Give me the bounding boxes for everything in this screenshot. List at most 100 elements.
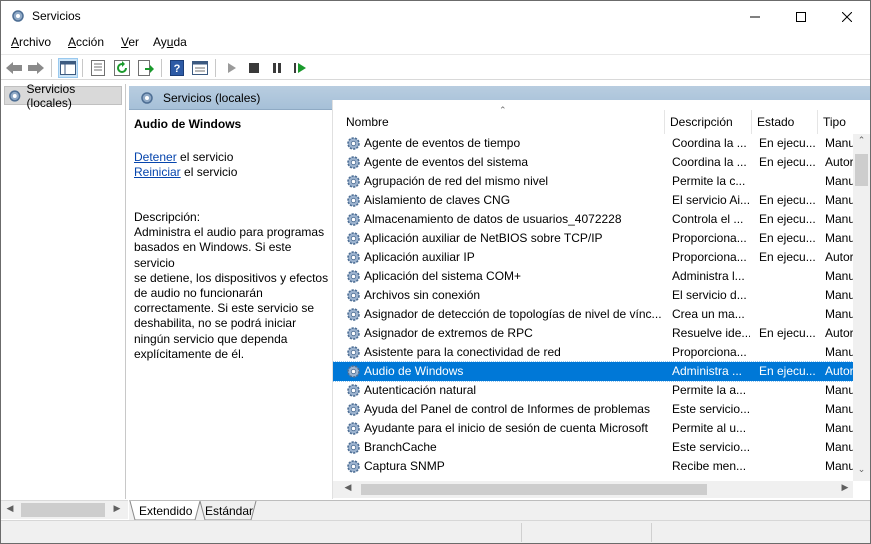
minimize-button[interactable]: [732, 1, 778, 32]
description-line: deshabilita, no se podrá iniciar: [134, 316, 297, 331]
table-row[interactable]: Audio de Windows Administra ... En ejecu..…: [333, 361, 853, 382]
scroll-left-arrow-icon[interactable]: ◀: [2, 503, 18, 517]
service-gear-icon: [347, 441, 360, 454]
scroll-thumb[interactable]: [361, 484, 707, 495]
menu-archivo[interactable]: Archivo: [11, 35, 51, 49]
service-name-cell: Aplicación del sistema COM+: [364, 269, 522, 283]
restart-service-icon[interactable]: [290, 58, 310, 78]
service-gear-icon: [347, 346, 360, 359]
list-vertical-scrollbar[interactable]: ⌃ ⌄: [853, 134, 870, 481]
service-description-cell: Este servicio...: [672, 440, 750, 454]
service-description-cell: Recibe men...: [672, 459, 747, 473]
service-name-cell: Autenticación natural: [364, 383, 477, 397]
table-row[interactable]: Asignador de extremos de RPC Resuelve ide…: [333, 324, 853, 343]
service-type-cell: Manu: [825, 212, 853, 226]
service-name-cell: Asistente para la conectividad de red: [364, 345, 561, 359]
service-description-cell: Resuelve ide...: [672, 326, 750, 340]
table-row[interactable]: Agente de eventos del sistema Coordina la…: [333, 153, 853, 172]
table-row[interactable]: Autenticación natural Permite la a... Manu: [333, 381, 853, 400]
table-row[interactable]: Ayudante para el inicio de sesión de cue…: [333, 419, 853, 438]
tab-estandar[interactable]: Estándar: [195, 501, 263, 521]
start-service-icon[interactable]: [222, 58, 242, 78]
service-description-cell: El servicio Ai...: [672, 193, 750, 207]
service-gear-icon: [347, 251, 360, 264]
service-description-cell: Proporciona...: [672, 250, 747, 264]
tab-extendido[interactable]: Extendido: [129, 501, 202, 521]
services-gear-icon: [9, 89, 21, 102]
service-name-cell: BranchCache: [364, 440, 437, 454]
table-row[interactable]: Almacenamiento de datos de usuarios_4072…: [333, 210, 853, 229]
console-tree-icon[interactable]: [58, 58, 78, 78]
service-name-cell: Ayuda del Panel de control de Informes d…: [364, 402, 650, 416]
table-row[interactable]: Aislamiento de claves CNG El servicio Ai.…: [333, 191, 853, 210]
refresh-icon[interactable]: [112, 58, 132, 78]
tree-horizontal-scrollbar[interactable]: ◀ ▶: [1, 500, 128, 519]
service-name-cell: Ayudante para el inicio de sesión de cue…: [364, 421, 648, 435]
table-row[interactable]: Archivos sin conexión El servicio d... Man…: [333, 286, 853, 305]
service-description-cell: Proporciona...: [672, 345, 747, 359]
scroll-down-arrow-icon[interactable]: ⌄: [853, 464, 870, 478]
column-header-description[interactable]: Descripción: [665, 110, 752, 134]
table-row[interactable]: Aplicación auxiliar de NetBIOS sobre TCP…: [333, 229, 853, 248]
toolbar-separator: [215, 59, 216, 77]
view-icon[interactable]: [190, 58, 210, 78]
stop-service-link[interactable]: Detener: [134, 150, 177, 164]
description-label: Descripción:: [134, 210, 201, 224]
restart-service-link[interactable]: Reiniciar: [134, 165, 181, 179]
table-row[interactable]: Aplicación del sistema COM+ Administra l.…: [333, 267, 853, 286]
title-bar: Servicios: [1, 1, 870, 32]
service-gear-icon: [347, 384, 360, 397]
scroll-up-arrow-icon[interactable]: ⌃: [853, 135, 870, 149]
services-rows: Agente de eventos de tiempo Coordina la .…: [333, 134, 853, 481]
service-type-cell: Manu: [825, 459, 853, 473]
maximize-button[interactable]: [778, 1, 824, 32]
service-type-cell: Autor: [825, 326, 853, 340]
service-name-cell: Almacenamiento de datos de usuarios_4072…: [364, 212, 622, 226]
status-segment: [521, 523, 651, 542]
list-horizontal-scrollbar[interactable]: ◀ ▶: [333, 481, 853, 498]
back-icon[interactable]: [4, 58, 24, 78]
status-segment: [651, 523, 870, 542]
service-description-cell: Proporciona...: [672, 231, 747, 245]
service-description-cell: Coordina la ...: [672, 155, 747, 169]
window-title: Servicios: [32, 9, 81, 23]
forward-icon[interactable]: [26, 58, 46, 78]
column-header-name[interactable]: Nombre: [341, 110, 665, 134]
table-row[interactable]: Ayuda del Panel de control de Informes d…: [333, 400, 853, 419]
description-line: basados en Windows. Si este servicio: [134, 240, 292, 270]
service-status-cell: En ejecu...: [759, 231, 816, 245]
close-button[interactable]: [824, 1, 870, 32]
table-row[interactable]: Asignador de detección de topologías de …: [333, 305, 853, 324]
service-gear-icon: [347, 289, 360, 302]
export-list-icon[interactable]: [136, 58, 156, 78]
help-icon[interactable]: ?: [167, 58, 187, 78]
menu-ver[interactable]: Ver: [121, 35, 139, 49]
toolbar-separator: [161, 59, 162, 77]
menu-ayuda[interactable]: Ayuda: [153, 35, 187, 49]
menu-accion[interactable]: Acción: [68, 35, 104, 49]
tree-item-services-local[interactable]: Servicios (locales): [4, 82, 122, 110]
menu-bar: Archivo Acción Ver Ayuda: [1, 32, 870, 53]
service-name-cell: Aplicación auxiliar IP: [364, 250, 475, 264]
service-type-cell: Manu: [825, 193, 853, 207]
table-row[interactable]: Captura SNMP Recibe men... Manu: [333, 457, 853, 476]
stop-service-icon[interactable]: [244, 58, 264, 78]
scroll-right-arrow-icon[interactable]: ▶: [838, 482, 852, 497]
table-row[interactable]: Agente de eventos de tiempo Coordina la .…: [333, 134, 853, 153]
table-row[interactable]: BranchCache Este servicio... Manu: [333, 438, 853, 457]
description-line: se detiene, los dispositivos y efectos: [134, 270, 329, 285]
scroll-thumb[interactable]: [21, 503, 105, 517]
scroll-thumb[interactable]: [855, 154, 868, 186]
table-row[interactable]: Agrupación de red del mismo nivel Permite…: [333, 172, 853, 191]
service-gear-icon: [347, 422, 360, 435]
table-row[interactable]: Asistente para la conectividad de red Pro…: [333, 343, 853, 362]
column-header-status[interactable]: Estado: [752, 110, 818, 134]
services-window: Servicios Archivo Acción Ver Ayuda ? Ser…: [0, 0, 871, 544]
scroll-right-arrow-icon[interactable]: ▶: [109, 503, 125, 517]
pause-service-icon[interactable]: [267, 58, 287, 78]
column-header-type[interactable]: Tipo: [818, 110, 853, 134]
table-row[interactable]: Aplicación auxiliar IP Proporciona... En e…: [333, 248, 853, 267]
scroll-left-arrow-icon[interactable]: ◀: [341, 482, 355, 497]
service-type-cell: Manu: [825, 345, 853, 359]
properties-icon[interactable]: [88, 58, 108, 78]
